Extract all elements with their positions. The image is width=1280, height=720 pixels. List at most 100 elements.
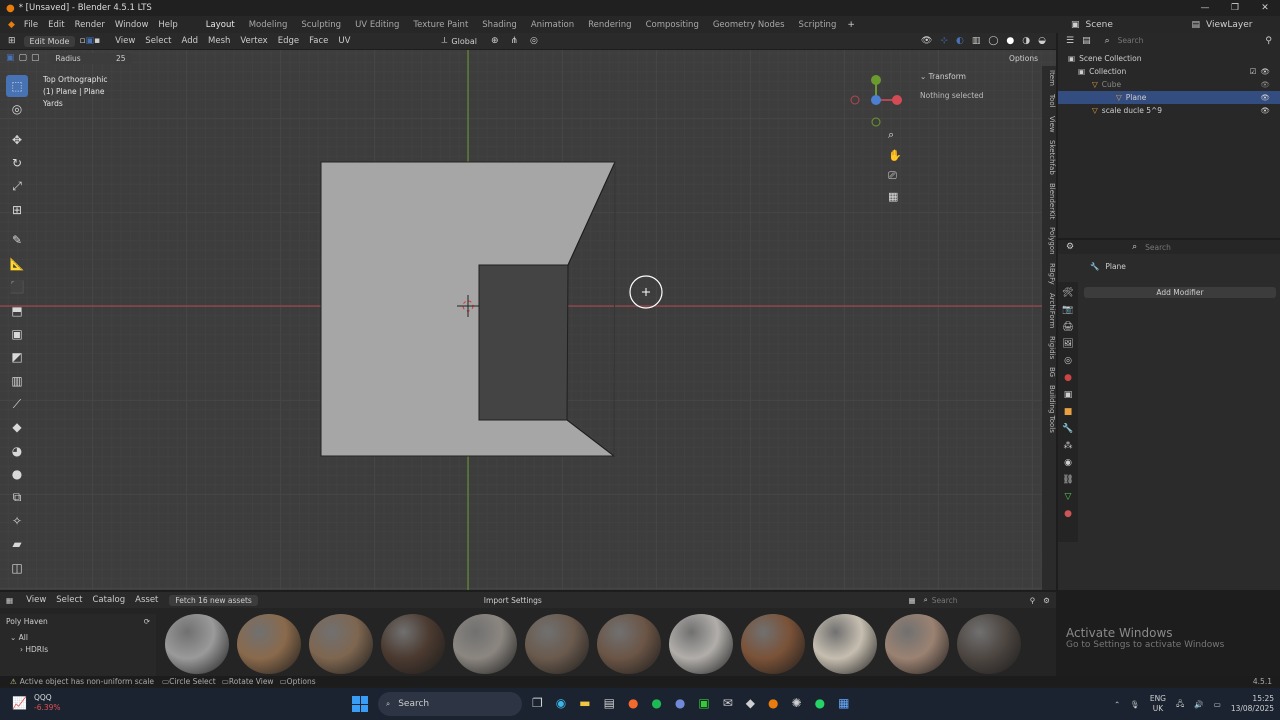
sidebar-tab-blenderkit[interactable]: BlenderKit — [1042, 179, 1056, 223]
chatgpt-icon[interactable]: ✺ — [792, 696, 802, 710]
outliner-editor-icon[interactable]: ☰ — [1066, 36, 1074, 46]
clock[interactable]: 15:25 13/08/2025 — [1231, 694, 1274, 714]
shading-rendered-icon[interactable]: ◒ — [1038, 36, 1046, 46]
particles-tab-icon[interactable]: ⁂ — [1064, 441, 1073, 451]
properties-editor-icon[interactable]: ⚙ — [1066, 242, 1074, 252]
menu-edit[interactable]: Edit — [43, 20, 69, 30]
tool-tab-icon[interactable]: 🛠 — [1062, 288, 1073, 298]
pivot-icon[interactable]: ⊕ — [491, 36, 499, 46]
vp-menu-vertex[interactable]: Vertex — [235, 36, 272, 46]
pan-hand-icon[interactable]: ✋ — [888, 149, 902, 162]
display-mode-icon[interactable]: ▤ — [1082, 36, 1091, 46]
fetch-assets-button[interactable]: Fetch 16 new assets — [169, 594, 258, 606]
material-thumbnail[interactable] — [741, 614, 805, 674]
blender-taskbar-icon[interactable]: ● — [768, 696, 778, 710]
options-dropdown[interactable]: Options — [1009, 54, 1038, 63]
mic-icon[interactable]: 🎙 — [1130, 700, 1140, 709]
menu-window[interactable]: Window — [110, 20, 154, 30]
sidebar-tab-bg[interactable]: BG — [1042, 363, 1056, 381]
tab-geometry-nodes[interactable]: Geometry Nodes — [706, 20, 792, 30]
mail-icon[interactable]: ✉ — [723, 696, 733, 710]
shading-solid-icon[interactable]: ● — [1006, 36, 1014, 46]
volume-icon[interactable]: 🔊 — [1194, 700, 1203, 709]
zoom-icon[interactable]: ⌕ — [888, 128, 902, 142]
physics-tab-icon[interactable]: ◉ — [1064, 458, 1072, 468]
orientation-selector[interactable]: Global — [451, 37, 477, 46]
mode-selector[interactable]: Edit Mode — [23, 35, 76, 47]
select-mode-face-icon[interactable]: ▪ — [94, 36, 100, 46]
stock-widget[interactable]: QQQ -6.39% — [34, 693, 61, 713]
vp-menu-uv[interactable]: UV — [333, 36, 355, 46]
eye-icon[interactable]: 👁 — [1260, 78, 1270, 91]
select-tool-icon[interactable]: ⬚ — [6, 75, 28, 97]
view-layer-tab-icon[interactable]: 🖼 — [1062, 339, 1073, 349]
shear-tool-icon[interactable]: ▰ — [6, 533, 28, 555]
vp-menu-mesh[interactable]: Mesh — [203, 36, 235, 46]
menu-help[interactable]: Help — [153, 20, 182, 30]
spotify-icon[interactable]: ● — [651, 696, 661, 710]
close-icon[interactable]: ✕ — [1250, 3, 1280, 13]
scene-name[interactable]: Scene — [1085, 20, 1155, 30]
eye-icon[interactable]: 👁 — [1260, 65, 1270, 78]
select-extend-icon[interactable]: ▢ — [19, 53, 28, 63]
gizmo-toggle-icon[interactable]: ⊹ — [940, 36, 948, 46]
sidebar-tab-view[interactable]: View — [1042, 112, 1056, 137]
steam-icon[interactable]: ◆ — [746, 696, 755, 710]
rotate-tool-icon[interactable]: ↻ — [6, 152, 28, 174]
eye-icon[interactable]: 👁 — [1260, 104, 1270, 117]
sidebar-tab-sketchfab[interactable]: Sketchfab — [1042, 136, 1056, 179]
3d-viewport[interactable]: Top Orthographic (1) Plane | Plane Yards… — [0, 50, 1056, 590]
store-icon[interactable]: ▤ — [604, 696, 615, 710]
battery-icon[interactable]: ▭ — [1214, 700, 1221, 709]
add-cube-tool-icon[interactable]: ⬛ — [6, 276, 28, 298]
cursor-tool-icon[interactable]: ◎ — [6, 98, 28, 120]
proportional-edit-icon[interactable]: ◎ — [530, 36, 538, 46]
material-thumbnail[interactable] — [813, 614, 877, 674]
outliner-scene-collection[interactable]: ▣ Scene Collection — [1068, 52, 1270, 65]
catalog-all[interactable]: ⌄ All — [10, 632, 146, 644]
import-settings-dropdown[interactable]: Import Settings — [484, 596, 542, 605]
asset-menu-view[interactable]: View — [21, 595, 51, 605]
network-icon[interactable]: 🖧 — [1176, 698, 1184, 711]
checkbox-icon[interactable]: ☑ — [1250, 65, 1257, 78]
perspective-grid-icon[interactable]: ▦ — [888, 190, 902, 203]
asset-search-input[interactable]: Search — [932, 596, 1022, 605]
rip-tool-icon[interactable]: ◫ — [6, 557, 28, 579]
transform-tool-icon[interactable]: ⊞ — [6, 199, 28, 221]
spin-tool-icon[interactable]: ◕ — [6, 440, 28, 462]
smooth-tool-icon[interactable]: ● — [6, 463, 28, 485]
vp-menu-face[interactable]: Face — [304, 36, 333, 46]
camera-view-icon[interactable]: ⎚ — [888, 169, 902, 183]
sidebar-tab-item[interactable]: Item — [1042, 66, 1056, 90]
xray-icon[interactable]: ▥ — [972, 36, 981, 46]
overlay-toggle-icon[interactable]: ◐ — [956, 36, 964, 46]
tab-animation[interactable]: Animation — [524, 20, 581, 30]
asset-menu-asset[interactable]: Asset — [130, 595, 163, 605]
tab-compositing[interactable]: Compositing — [639, 20, 706, 30]
material-thumbnail[interactable] — [453, 614, 517, 674]
start-button-icon[interactable] — [352, 696, 368, 712]
select-mode-icon[interactable]: ▣ — [6, 53, 15, 63]
refresh-icon[interactable]: ⟳ — [144, 617, 150, 626]
file-explorer-icon[interactable]: ▬ — [579, 696, 590, 710]
taskbar-search[interactable]: ⌕ Search — [378, 692, 522, 716]
material-thumbnail[interactable] — [885, 614, 949, 674]
measure-tool-icon[interactable]: 📐 — [6, 253, 28, 275]
tab-layout[interactable]: Layout — [199, 20, 242, 30]
vp-menu-select[interactable]: Select — [140, 36, 176, 46]
discord-icon[interactable]: ● — [675, 696, 685, 710]
scale-tool-icon[interactable]: ⤢ — [6, 176, 28, 198]
outliner-item-plane[interactable]: ▽ Plane 👁 — [1058, 91, 1280, 104]
asset-editor-icon[interactable]: ▦ — [6, 596, 13, 605]
firefox-icon[interactable]: ● — [628, 696, 638, 710]
constraints-tab-icon[interactable]: ⛓ — [1062, 475, 1073, 485]
shading-material-icon[interactable]: ◑ — [1022, 36, 1030, 46]
outliner-collection[interactable]: ▣ Collection ☑ 👁 — [1068, 65, 1270, 78]
calculator-icon[interactable]: ▦ — [838, 696, 849, 710]
collection-tab-icon[interactable]: ▣ — [1064, 390, 1073, 400]
world-tab-icon[interactable]: ● — [1064, 373, 1072, 383]
annotate-tool-icon[interactable]: ✎ — [6, 229, 28, 251]
catalog-hdris[interactable]: › HDRIs — [10, 644, 146, 656]
sidebar-tab-building-tools[interactable]: Building Tools — [1042, 381, 1056, 437]
object-tab-icon[interactable]: ■ — [1064, 407, 1073, 417]
